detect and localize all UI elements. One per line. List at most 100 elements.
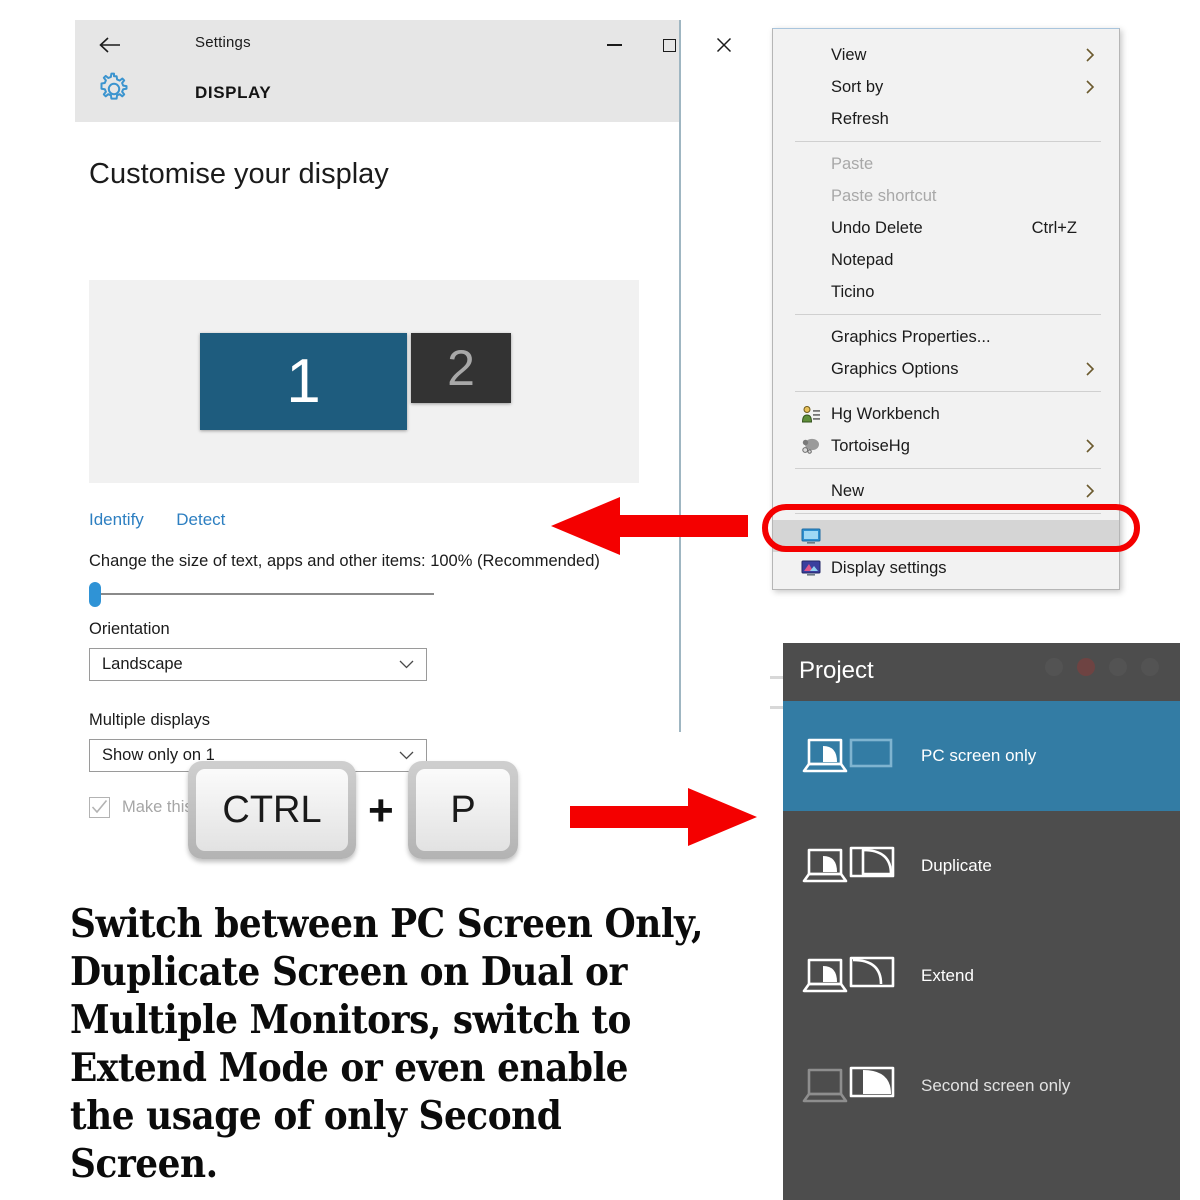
menu-item-hg-workbench[interactable]: Hg Workbench (773, 398, 1119, 430)
monitor-number-1: 1 (286, 346, 321, 416)
personalise-glyph (801, 560, 821, 576)
hg-workbench-glyph (801, 406, 820, 423)
hg-workbench-icon (801, 404, 821, 424)
monitor-icon (801, 526, 821, 546)
caption-line-5: the usage of only Second Screen. (70, 1093, 562, 1187)
menu-separator (795, 314, 1101, 315)
chevron-right-icon (1086, 80, 1095, 94)
menu-item-paste-shortcut: Paste shortcut (773, 180, 1119, 212)
caption-line-4: Extend Mode or even enable (70, 1045, 629, 1091)
menu-item-tortoisehg[interactable]: TortoiseHg (773, 430, 1119, 462)
chevron-right-icon (1086, 48, 1095, 62)
caption-line-1: Switch between PC Screen Only, (70, 901, 704, 947)
menu-top-padding (773, 29, 1119, 39)
red-left-arrow-icon (551, 497, 748, 555)
menu-item-label: Graphics Options (831, 359, 959, 378)
caption-line-2: Duplicate Screen on Dual or (70, 949, 627, 995)
close-button[interactable] (707, 32, 741, 58)
menu-item-ticino[interactable]: Ticino (773, 276, 1119, 308)
back-arrow-icon[interactable] (97, 33, 123, 57)
menu-item-view[interactable]: View (773, 39, 1119, 71)
orientation-value: Landscape (102, 655, 183, 673)
minimize-button[interactable] (597, 32, 631, 58)
monitor-arrangement-canvas[interactable]: 1 2 (89, 280, 639, 483)
menu-item-label: Hg Workbench (831, 404, 940, 423)
menu-item-notepad[interactable]: Notepad (773, 244, 1119, 276)
menu-separator (795, 513, 1101, 514)
caption-text: Switch between PC Screen Only, Duplicate… (70, 900, 714, 1188)
chevron-down-icon (399, 751, 414, 760)
detect-link[interactable]: Detect (176, 510, 225, 530)
scale-slider-track (95, 593, 434, 595)
settings-titlebar: Settings (75, 20, 732, 70)
pc-screen-only-icon (802, 738, 893, 773)
menu-item-label: Ticino (831, 282, 875, 301)
chevron-down-icon (399, 660, 414, 669)
menu-item-label: New (831, 481, 865, 500)
multiple-displays-label: Multiple displays (89, 711, 211, 729)
menu-item-display-settings[interactable] (773, 520, 1119, 552)
personalise-icon (801, 558, 821, 578)
maximize-button[interactable] (652, 32, 686, 58)
project-item-extend[interactable]: Extend (783, 921, 1180, 1031)
menu-item-label: TortoiseHg (831, 436, 910, 455)
close-icon (716, 37, 732, 53)
project-panel[interactable]: Project PC screen only Duplicate Extend … (783, 643, 1180, 1200)
menu-item-sort-by[interactable]: Sort by (773, 71, 1119, 103)
identify-detect-row: Identify Detect (89, 510, 225, 530)
minimize-icon (606, 44, 622, 46)
desktop-context-menu[interactable]: View Sort by Refresh Paste Paste shortcu… (772, 28, 1120, 590)
menu-item-label: Sort by (831, 77, 884, 96)
gear-icon (97, 72, 131, 111)
monitor-tile-1[interactable]: 1 (200, 333, 407, 430)
project-item-label: PC screen only (921, 746, 1037, 765)
project-item-label: Extend (921, 966, 974, 985)
p-key-label: P (416, 769, 510, 851)
scale-label: Change the size of text, apps and other … (89, 552, 600, 570)
settings-window: Settings DISPLAY Customise your display … (75, 20, 732, 818)
menu-item-label: Notepad (831, 250, 894, 269)
monitor-number-2: 2 (447, 340, 475, 396)
menu-item-undo-delete[interactable]: Undo Delete Ctrl+Z (773, 212, 1119, 244)
duplicate-icon (802, 846, 895, 883)
menu-item-new[interactable]: New (773, 475, 1119, 507)
back-arrow-glyph (99, 37, 120, 53)
display-heading: DISPLAY (195, 83, 272, 102)
orientation-dropdown[interactable]: Landscape (89, 648, 427, 681)
red-right-arrow-icon (570, 788, 757, 846)
menu-item-accelerator: Ctrl+Z (1031, 218, 1077, 237)
plus-separator: + (368, 786, 394, 835)
p-key: P (408, 761, 518, 859)
checkbox-box (89, 797, 110, 818)
scale-slider[interactable] (89, 582, 434, 607)
page-title: Customise your display (89, 158, 389, 190)
menu-item-label: View (831, 45, 867, 64)
caption-line-3: Multiple Monitors, switch to (70, 997, 631, 1043)
menu-item-personalise[interactable]: Display settings (773, 552, 1119, 584)
menu-item-label: Display settings (831, 558, 947, 577)
orientation-label: Orientation (89, 620, 170, 638)
menu-item-label: Paste shortcut (831, 186, 937, 205)
monitor-tile-2[interactable]: 2 (411, 333, 511, 403)
menu-item-paste: Paste (773, 148, 1119, 180)
menu-item-label: Graphics Properties... (831, 327, 991, 346)
tortoisehg-icon (801, 436, 821, 456)
identify-link[interactable]: Identify (89, 510, 144, 530)
ctrl-key-label: CTRL (196, 769, 348, 851)
project-item-second-screen-only[interactable]: Second screen only (783, 1031, 1180, 1141)
window-title: Settings (195, 34, 251, 51)
project-item-duplicate[interactable]: Duplicate (783, 811, 1180, 921)
menu-item-graphics-properties[interactable]: Graphics Properties... (773, 321, 1119, 353)
scale-slider-thumb[interactable] (89, 582, 101, 607)
gear-glyph (100, 72, 128, 100)
chevron-right-icon (1086, 484, 1095, 498)
project-item-label: Second screen only (921, 1076, 1071, 1095)
monitor-glyph (801, 528, 821, 544)
chevron-right-icon (1086, 439, 1095, 453)
ctrl-key: CTRL (188, 761, 356, 859)
project-item-label: Duplicate (921, 856, 992, 875)
menu-item-graphics-options[interactable]: Graphics Options (773, 353, 1119, 385)
menu-item-refresh[interactable]: Refresh (773, 103, 1119, 135)
menu-separator (795, 141, 1101, 142)
project-item-pc-screen-only[interactable]: PC screen only (783, 701, 1180, 811)
